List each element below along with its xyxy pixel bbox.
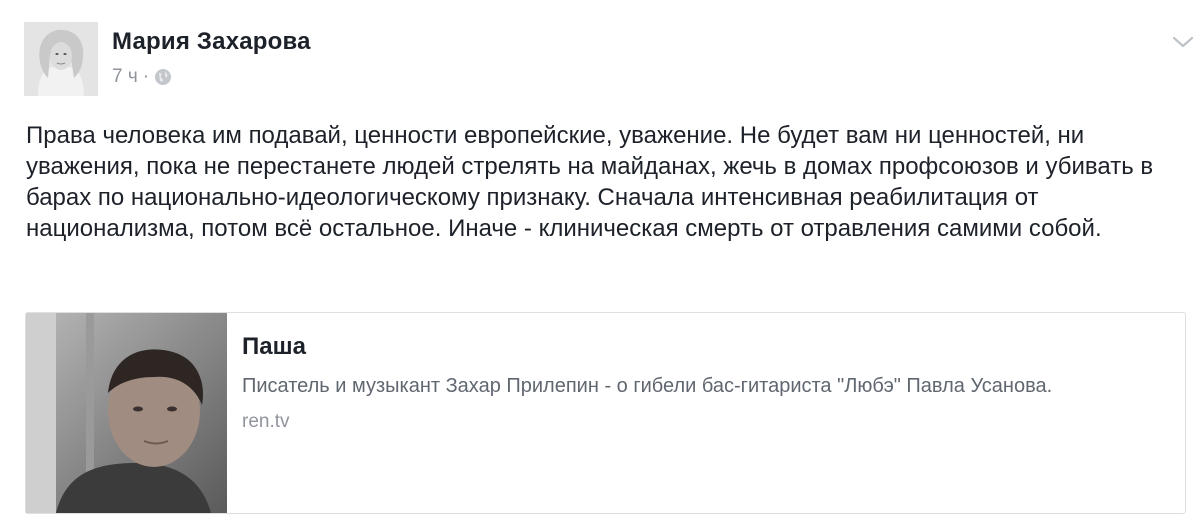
post-text: Права человека им подавай, ценности евро…: [26, 122, 1154, 242]
avatar[interactable]: [24, 22, 98, 96]
link-body: Паша Писатель и музыкант Захар Прилепин …: [227, 313, 1052, 513]
link-domain: ren.tv: [242, 411, 290, 432]
timestamp[interactable]: 7 ч: [112, 66, 138, 88]
meta-separator: ·: [142, 66, 150, 87]
link-thumbnail[interactable]: [26, 313, 227, 513]
link-title[interactable]: Паша: [242, 333, 1052, 361]
link-preview-card[interactable]: Паша Писатель и музыкант Захар Прилепин …: [25, 312, 1186, 514]
link-description: Писатель и музыкант Захар Прилепин - о г…: [242, 375, 1053, 397]
globe-icon[interactable]: [154, 68, 172, 86]
post: Мария Захарова 7 ч · Права человека им п…: [0, 0, 1200, 524]
chevron-down-icon[interactable]: [1172, 34, 1194, 50]
post-meta: 7 ч ·: [112, 66, 172, 88]
author-name[interactable]: Мария Захарова: [112, 28, 311, 56]
